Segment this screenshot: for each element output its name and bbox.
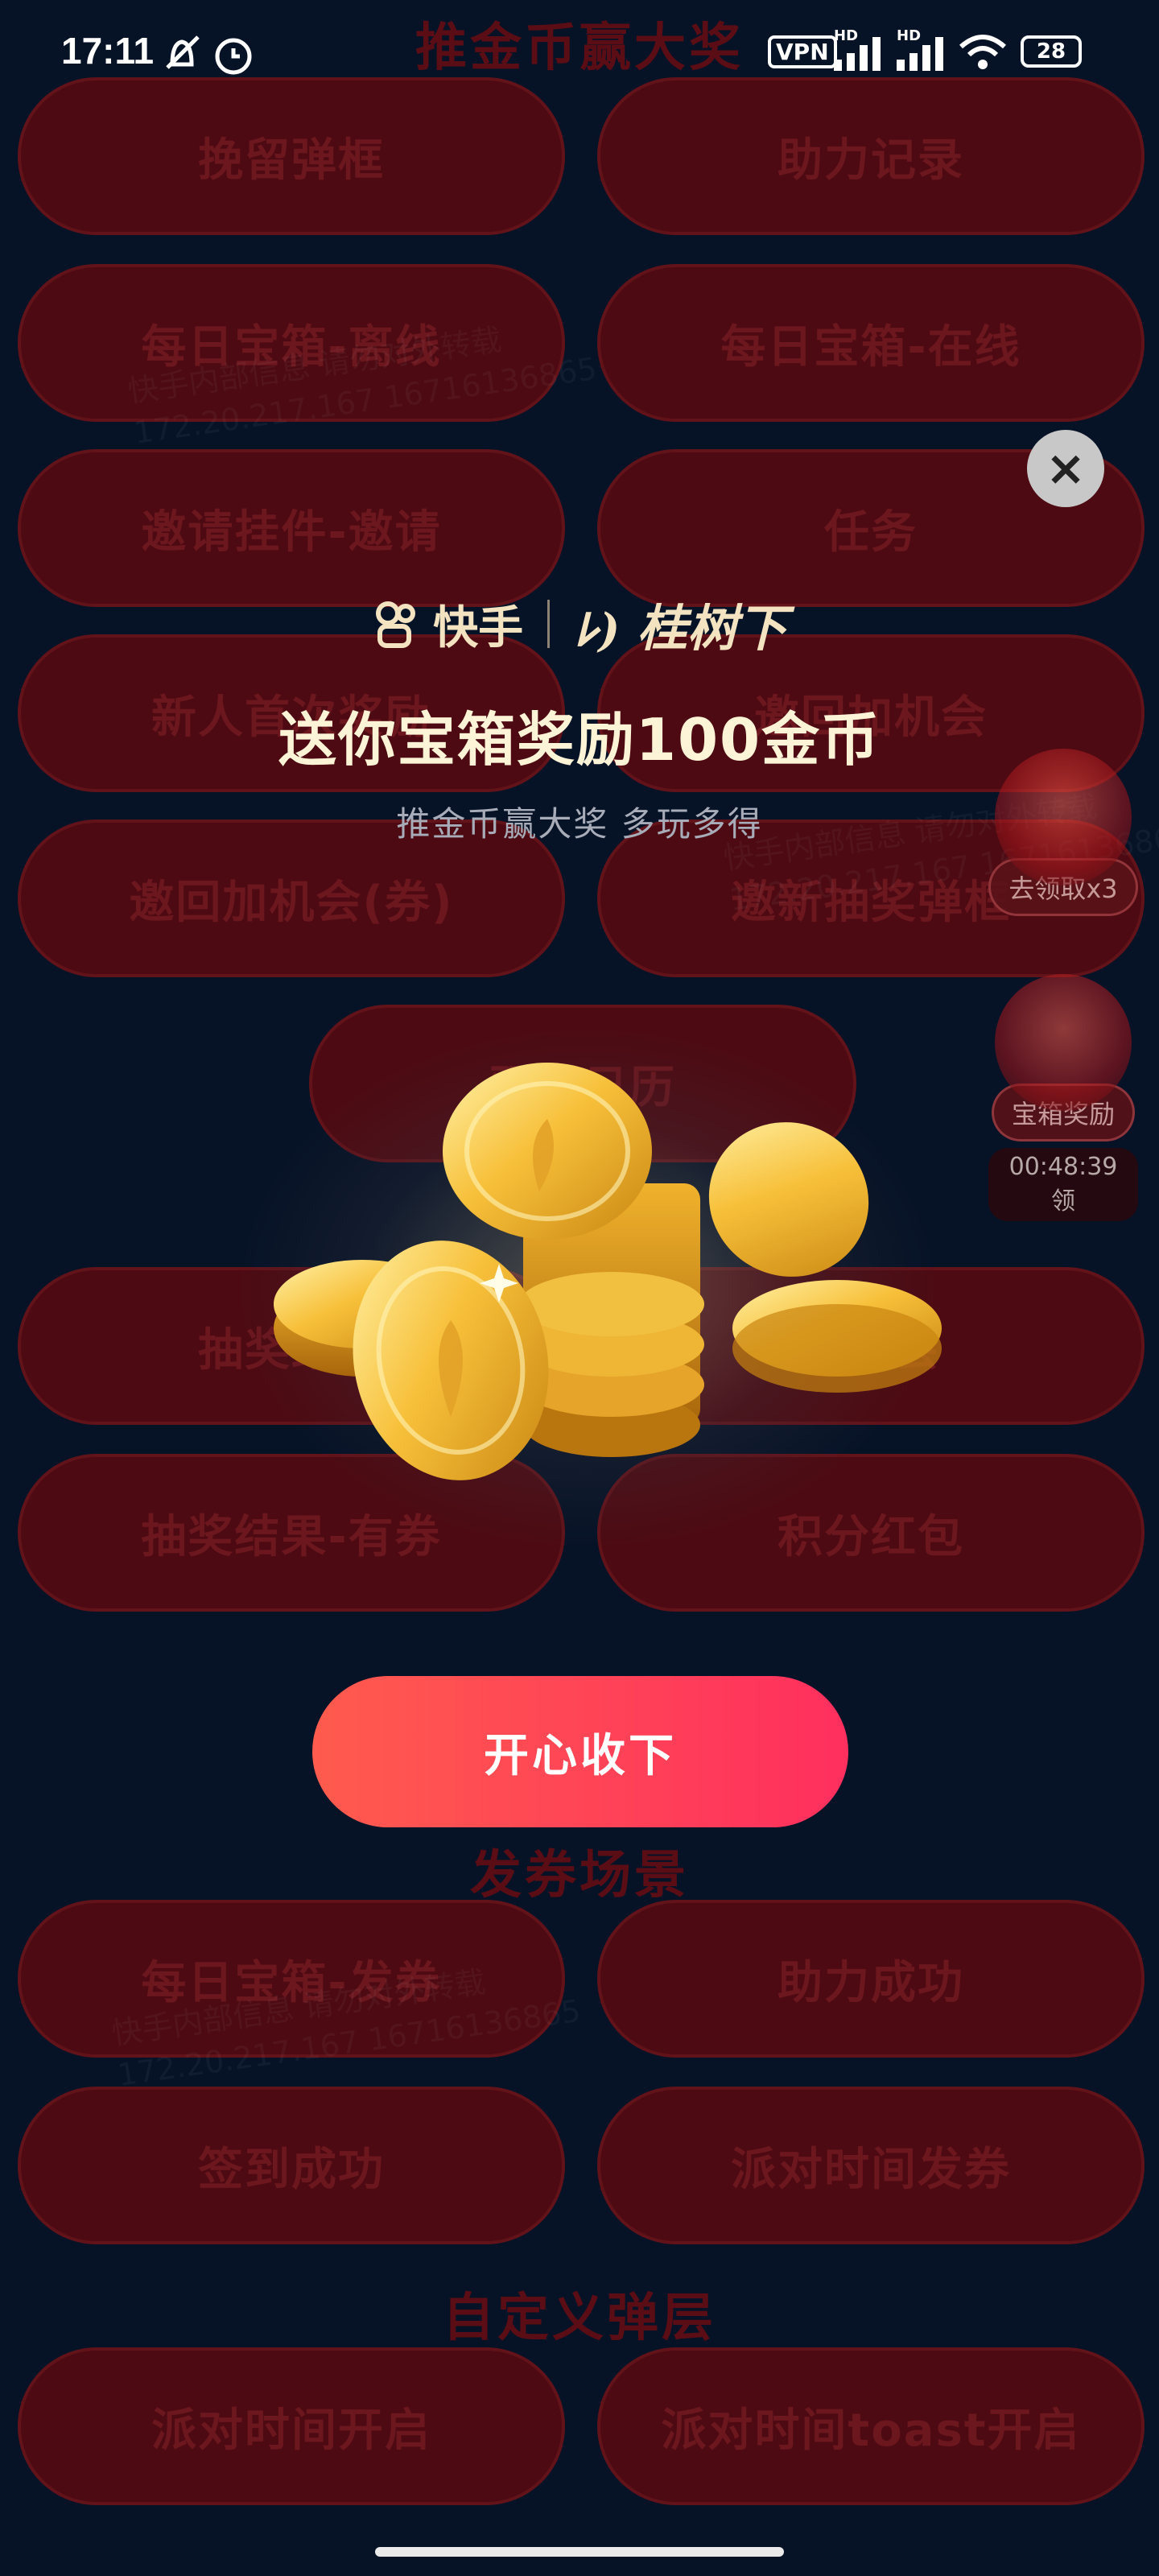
mute-icon bbox=[166, 35, 200, 69]
close-icon: × bbox=[1045, 440, 1087, 497]
brand-divider bbox=[547, 600, 551, 648]
brand-logos: 快手 𐌋) 桂树下 bbox=[0, 588, 1159, 660]
battery-icon: 28 bbox=[1021, 35, 1082, 68]
menu-button[interactable]: 派对时间发券 bbox=[597, 2087, 1145, 2244]
clock: 17:11 bbox=[61, 30, 155, 72]
kuaishou-icon bbox=[376, 601, 416, 648]
signal-icon bbox=[834, 37, 881, 71]
chest-timer: 00:48:39领 bbox=[988, 1148, 1138, 1221]
section-title: 发券场景 bbox=[470, 1846, 689, 1905]
chest-float-button[interactable]: 宝箱奖励 00:48:39领 bbox=[988, 974, 1138, 1221]
kuaishou-logo: 快手 bbox=[372, 592, 523, 657]
partner-logo: 𐌋) 桂树下 bbox=[574, 599, 787, 658]
chest-icon bbox=[995, 974, 1132, 1111]
alarm-icon bbox=[215, 38, 252, 75]
status-bar: 17:11 VPN HD HD 28 bbox=[0, 0, 1159, 105]
partner-mark-icon: 𐌋) bbox=[574, 604, 621, 657]
signal-icon bbox=[897, 37, 943, 71]
close-button[interactable]: × bbox=[1027, 430, 1104, 507]
menu-button[interactable]: 助力成功 bbox=[597, 1900, 1145, 2058]
reward-subtitle: 推金币赢大奖 多玩多得 bbox=[396, 804, 763, 844]
home-indicator[interactable] bbox=[375, 2547, 784, 2557]
menu-button[interactable]: 邀请挂件-邀请 bbox=[18, 449, 565, 607]
accept-reward-button[interactable]: 开心收下 bbox=[312, 1676, 848, 1827]
vpn-badge: VPN bbox=[768, 35, 837, 68]
section-title: 自定义弹层 bbox=[443, 2289, 716, 2348]
menu-button[interactable]: 签到成功 bbox=[18, 2087, 565, 2244]
wifi-icon bbox=[959, 35, 1006, 69]
menu-button[interactable]: 每日宝箱-在线 bbox=[597, 264, 1145, 422]
gold-coins-illustration bbox=[274, 1063, 942, 1480]
menu-button[interactable]: 派对时间toast开启 bbox=[597, 2347, 1145, 2505]
reward-headline: 送你宝箱奖励100金币 bbox=[278, 706, 881, 774]
menu-button[interactable]: 派对时间开启 bbox=[18, 2347, 565, 2505]
